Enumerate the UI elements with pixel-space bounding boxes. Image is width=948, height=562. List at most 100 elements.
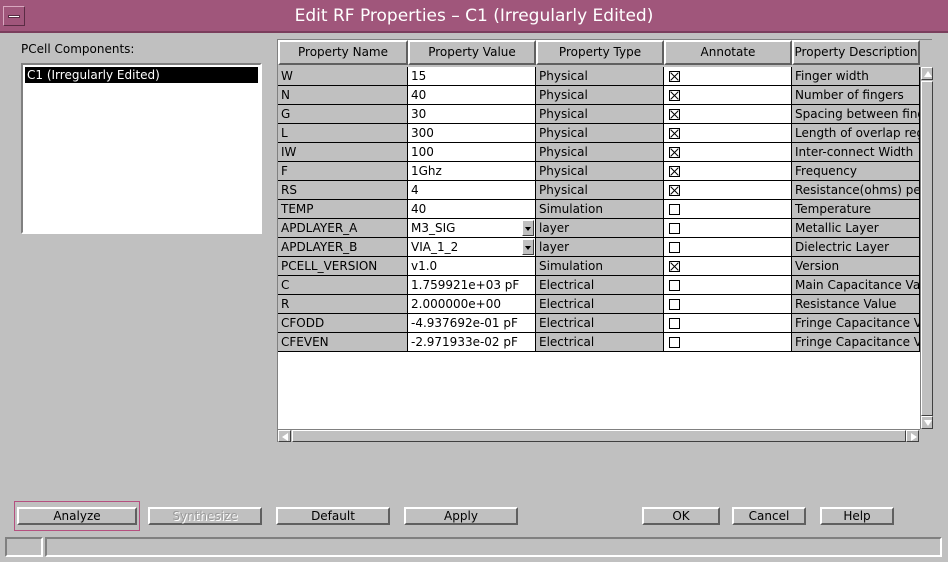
cell-property-description: Frequency — [792, 162, 920, 181]
cell-property-name-text: APDLAYER_B — [281, 240, 358, 254]
table-row[interactable]: APDLAYER_A M3_SIG layer Metallic Layer — [278, 219, 920, 238]
arrow-left-icon[interactable] — [278, 430, 291, 442]
table-row[interactable]: RS 4 Physical Resistance(ohms) per — [278, 181, 920, 200]
cell-property-name-text: L — [281, 126, 288, 140]
table-row[interactable]: PCELL_VERSION v1.0 Simulation Version — [278, 257, 920, 276]
table-row[interactable]: C 1.759921e+03 pF Electrical Main Capacitan… — [278, 276, 920, 295]
checked-box-icon[interactable] — [669, 261, 680, 272]
table-row[interactable]: F 1Ghz Physical Frequency — [278, 162, 920, 181]
checked-box-icon[interactable] — [669, 128, 680, 139]
cancel-button[interactable]: Cancel — [732, 507, 806, 525]
unchecked-box-icon[interactable] — [669, 337, 680, 348]
cell-annotate[interactable] — [664, 181, 792, 200]
unchecked-box-icon[interactable] — [669, 280, 680, 291]
cell-property-type-text: Simulation — [539, 259, 603, 273]
cell-annotate[interactable] — [664, 314, 792, 333]
help-button[interactable]: Help — [820, 507, 894, 525]
vertical-scroll-thumb[interactable] — [921, 81, 933, 416]
cell-property-value-text: 100 — [411, 145, 434, 159]
cell-property-value[interactable]: 30 — [408, 105, 536, 124]
cell-property-value[interactable]: -4.937692e-01 pF — [408, 314, 536, 333]
chevron-down-icon[interactable] — [522, 239, 534, 255]
cell-property-value[interactable]: v1.0 — [408, 257, 536, 276]
cell-property-value[interactable]: 2.000000e+00 — [408, 295, 536, 314]
cell-property-description-text: Version — [795, 259, 840, 273]
column-header-property-description[interactable]: Property Description — [792, 40, 920, 65]
cell-property-value[interactable]: 4 — [408, 181, 536, 200]
cell-property-type: Physical — [536, 124, 664, 143]
column-header-property-value[interactable]: Property Value — [408, 40, 536, 65]
unchecked-box-icon[interactable] — [669, 242, 680, 253]
checked-box-icon[interactable] — [669, 166, 680, 177]
pcell-list-item[interactable]: C1 (Irregularly Edited) — [25, 67, 258, 83]
vertical-scrollbar[interactable] — [920, 67, 933, 429]
table-row[interactable]: IW 100 Physical Inter-connect Width — [278, 143, 920, 162]
cell-property-description-text: Resistance(ohms) per — [795, 183, 920, 197]
table-row[interactable]: TEMP 40 Simulation Temperature — [278, 200, 920, 219]
cell-annotate[interactable] — [664, 295, 792, 314]
table-row[interactable]: CFODD -4.937692e-01 pF Electrical Fringe Ca… — [278, 314, 920, 333]
cell-property-value[interactable]: 1Ghz — [408, 162, 536, 181]
arrow-down-icon[interactable] — [921, 416, 933, 429]
cell-property-value[interactable]: VIA_1_2 — [408, 238, 536, 257]
unchecked-box-icon[interactable] — [669, 204, 680, 215]
horizontal-scroll-thumb[interactable] — [292, 430, 906, 442]
checked-box-icon[interactable] — [669, 71, 680, 82]
cell-annotate[interactable] — [664, 276, 792, 295]
unchecked-box-icon[interactable] — [669, 318, 680, 329]
arrow-up-icon[interactable] — [921, 67, 933, 80]
apply-button[interactable]: Apply — [404, 507, 518, 525]
analyze-button[interactable]: Analyze — [17, 507, 137, 525]
checked-box-icon[interactable] — [669, 147, 680, 158]
checked-box-icon[interactable] — [669, 109, 680, 120]
synthesize-button[interactable]: Synthesize — [148, 507, 262, 525]
default-button[interactable]: Default — [276, 507, 390, 525]
cell-annotate[interactable] — [664, 143, 792, 162]
chevron-down-icon[interactable] — [522, 220, 534, 236]
cell-annotate[interactable] — [664, 238, 792, 257]
cell-annotate[interactable] — [664, 124, 792, 143]
table-row[interactable]: L 300 Physical Length of overlap regi — [278, 124, 920, 143]
cell-property-value[interactable]: 15 — [408, 67, 536, 86]
unchecked-box-icon[interactable] — [669, 223, 680, 234]
checked-box-icon[interactable] — [669, 90, 680, 101]
cell-property-value[interactable]: 1.759921e+03 pF — [408, 276, 536, 295]
horizontal-scrollbar[interactable] — [278, 429, 920, 442]
table-row[interactable]: G 30 Physical Spacing between finge — [278, 105, 920, 124]
cell-property-type-text: Physical — [539, 69, 588, 83]
table-row[interactable]: R 2.000000e+00 Electrical Resistance Value — [278, 295, 920, 314]
status-field-main — [45, 537, 942, 557]
cell-annotate[interactable] — [664, 86, 792, 105]
checked-box-icon[interactable] — [669, 185, 680, 196]
table-row[interactable]: CFEVEN -2.971933e-02 pF Electrical Fringe C… — [278, 333, 920, 352]
cell-property-value[interactable]: -2.971933e-02 pF — [408, 333, 536, 352]
cell-property-type-text: Physical — [539, 88, 588, 102]
pcell-components-list[interactable]: C1 (Irregularly Edited) — [21, 63, 262, 234]
unchecked-box-icon[interactable] — [669, 299, 680, 310]
cell-property-value[interactable]: 300 — [408, 124, 536, 143]
column-header-property-type[interactable]: Property Type — [536, 40, 664, 65]
cell-annotate[interactable] — [664, 219, 792, 238]
cell-property-name-text: G — [281, 107, 291, 121]
cell-property-type: Electrical — [536, 314, 664, 333]
cell-property-value[interactable]: 100 — [408, 143, 536, 162]
table-row[interactable]: APDLAYER_B VIA_1_2 layer Dielectric Layer — [278, 238, 920, 257]
cell-property-value[interactable]: M3_SIG — [408, 219, 536, 238]
cell-annotate[interactable] — [664, 257, 792, 276]
cell-annotate[interactable] — [664, 105, 792, 124]
cell-property-value-text: v1.0 — [411, 259, 438, 273]
cell-annotate[interactable] — [664, 333, 792, 352]
cell-property-type-text: Physical — [539, 126, 588, 140]
cell-property-name: APDLAYER_A — [278, 219, 408, 238]
table-row[interactable]: N 40 Physical Number of fingers — [278, 86, 920, 105]
cell-annotate[interactable] — [664, 67, 792, 86]
column-header-property-name[interactable]: Property Name — [278, 40, 408, 65]
table-row[interactable]: W 15 Physical Finger width — [278, 67, 920, 86]
ok-button[interactable]: OK — [642, 507, 720, 525]
cell-property-value[interactable]: 40 — [408, 200, 536, 219]
arrow-right-icon[interactable] — [906, 430, 919, 442]
cell-property-value[interactable]: 40 — [408, 86, 536, 105]
cell-annotate[interactable] — [664, 162, 792, 181]
column-header-annotate[interactable]: Annotate — [664, 40, 792, 65]
cell-annotate[interactable] — [664, 200, 792, 219]
